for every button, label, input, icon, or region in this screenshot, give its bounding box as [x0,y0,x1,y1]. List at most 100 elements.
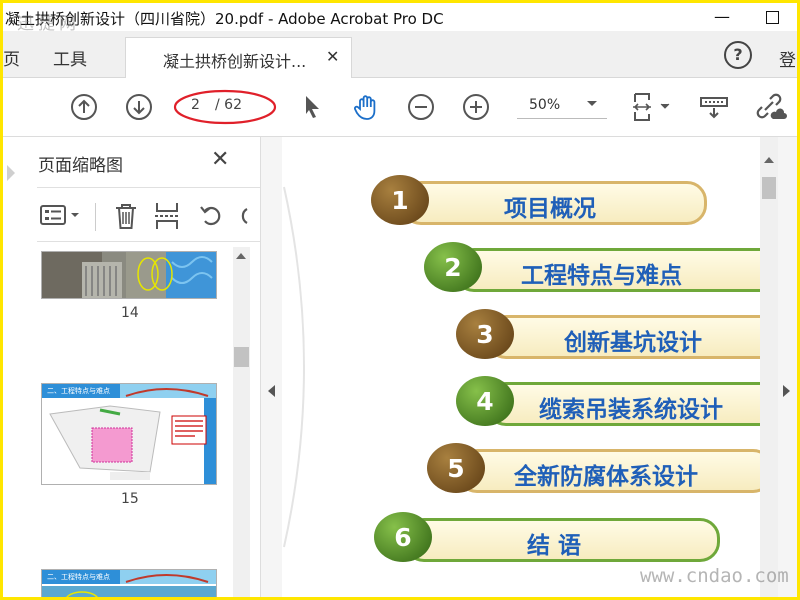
toc-number: 2 [444,253,462,282]
collapse-pane-button[interactable] [260,137,283,597]
tab-tools[interactable]: 工具 [53,45,87,70]
pane-pointer-icon [7,165,15,181]
chevron-right-icon [783,385,790,397]
maximize-icon [765,11,779,24]
number-ball: 3 [456,309,514,359]
toc-pill: 创新基坑设计 [486,315,760,359]
read-mode-button[interactable] [696,88,732,126]
options-menu-button[interactable] [39,201,85,233]
toc-label: 全新防腐体系设计 [514,464,698,490]
document-scrollbar[interactable] [760,137,778,597]
list-options-icon [40,205,79,225]
app-window: 凝土拱桥创新设计（四川省院）20.pdf - Adobe Acrobat Pro… [3,3,797,597]
zoom-out-button[interactable] [403,88,439,126]
toc-number: 6 [394,523,412,552]
rotate-partial-icon [241,208,248,224]
expand-tools-pane-button[interactable] [778,137,797,597]
number-ball: 1 [371,175,429,225]
thumbnails-scrollbar[interactable] [233,247,250,597]
divider [37,241,269,242]
help-button[interactable]: ? [724,41,752,69]
scroll-mode-icon [700,97,728,119]
trash-icon [116,204,136,229]
thumbnail-page[interactable]: 二、工程特点与难点 [41,383,217,485]
toc-label: 项目概况 [504,196,596,222]
chevron-left-icon [268,385,275,397]
scrollbar-thumb[interactable] [234,347,249,367]
more-tools-button[interactable] [237,201,251,235]
select-tool-button[interactable] [295,88,329,126]
zoom-in-button[interactable] [458,88,494,126]
sign-in-link[interactable]: 登 [779,46,796,71]
thumbnail-page[interactable] [41,251,217,299]
scrollbar-thumb[interactable] [762,177,776,199]
tab-document[interactable]: 凝土拱桥创新设计... ✕ [125,37,352,79]
hand-tool-button[interactable] [348,88,386,126]
pane-close-button[interactable]: ✕ [211,147,229,172]
zoom-dropdown[interactable]: 50% [517,96,607,119]
thumbnail-caption: 二、工程特点与难点 [47,573,110,581]
pane-title: 页面缩略图 [38,156,123,176]
thumbnail-page[interactable]: 二、工程特点与难点 [41,569,217,597]
fit-page-button[interactable] [627,88,675,126]
next-page-button[interactable] [120,88,158,126]
scroll-up-icon[interactable] [764,157,774,163]
zoom-in-icon [463,94,489,120]
delete-page-button[interactable] [113,201,139,235]
toc-label: 工程特点与难点 [521,263,682,289]
toc-item[interactable]: 结 语 6 [374,512,734,568]
page-arc-decoration [283,186,305,548]
toc-item[interactable]: 缆索吊装系统设计 4 [456,376,760,432]
number-ball: 4 [456,376,514,426]
thumbnail-page-number: 14 [121,305,139,321]
toc-item[interactable]: 工程特点与难点 2 [424,242,760,298]
number-ball: 5 [427,443,485,493]
toc-item[interactable]: 项目概况 1 [371,175,731,231]
rotate-page-button[interactable] [197,201,225,235]
toolbar: 2 / 62 50% [3,78,797,137]
cursor-arrow-icon [306,96,319,118]
minimize-button[interactable]: — [707,5,737,29]
arrow-down-circle-icon [126,94,152,120]
divider [37,187,269,188]
toc-label: 创新基坑设计 [564,330,702,356]
toc-label: 结 语 [527,533,582,559]
toc-pill: 项目概况 [401,181,707,225]
extract-page-button[interactable] [153,201,181,235]
toc-number: 5 [447,454,465,483]
title-bar: 凝土拱桥创新设计（四川省院）20.pdf - Adobe Acrobat Pro… [3,3,797,34]
link-cloud-icon [756,93,787,119]
toc-pill: 结 语 [404,518,720,562]
maximize-button[interactable] [757,5,787,29]
red-ellipse-annotation [173,89,277,125]
tab-bar: 页 工具 凝土拱桥创新设计... ✕ ? 登 [3,31,797,79]
hand-icon [354,95,376,120]
document-view[interactable]: 项目概况 1 工程特点与难点 2 创新基坑设计 3 缆索吊装系统设计 4 全新防… [282,137,760,597]
toc-item[interactable]: 全新防腐体系设计 5 [427,443,760,499]
thumbnails-pane: 页面缩略图 ✕ 14 二、工程特点与难点 15 二、工程特点与难点 [3,137,269,597]
page-number-field[interactable]: 2 / 62 [173,89,277,125]
number-ball: 6 [374,512,432,562]
zoom-out-icon [408,94,434,120]
tab-document-label: 凝土拱桥创新设计... [163,52,307,71]
toc-item[interactable]: 创新基坑设计 3 [456,309,760,365]
pane-toolbar [37,197,259,235]
rotate-icon [200,206,221,226]
page-split-icon [155,203,179,229]
toc-pill: 全新防腐体系设计 [457,449,760,493]
thumbnail-page-number: 15 [121,491,139,507]
chevron-down-icon [587,101,597,106]
fit-width-icon [633,93,670,121]
tab-close-button[interactable]: ✕ [326,47,339,66]
zoom-value: 50% [529,97,561,113]
toc-number: 3 [476,320,494,349]
share-link-button[interactable] [751,88,789,126]
thumbnail-caption: 二、工程特点与难点 [47,387,110,395]
previous-page-button[interactable] [65,88,103,126]
divider [95,203,96,231]
toc-label: 缆索吊装系统设计 [539,397,723,423]
number-ball: 2 [424,242,482,292]
tab-home[interactable]: 页 [3,45,20,70]
scroll-up-icon[interactable] [236,253,246,259]
toc-number: 4 [476,387,494,416]
